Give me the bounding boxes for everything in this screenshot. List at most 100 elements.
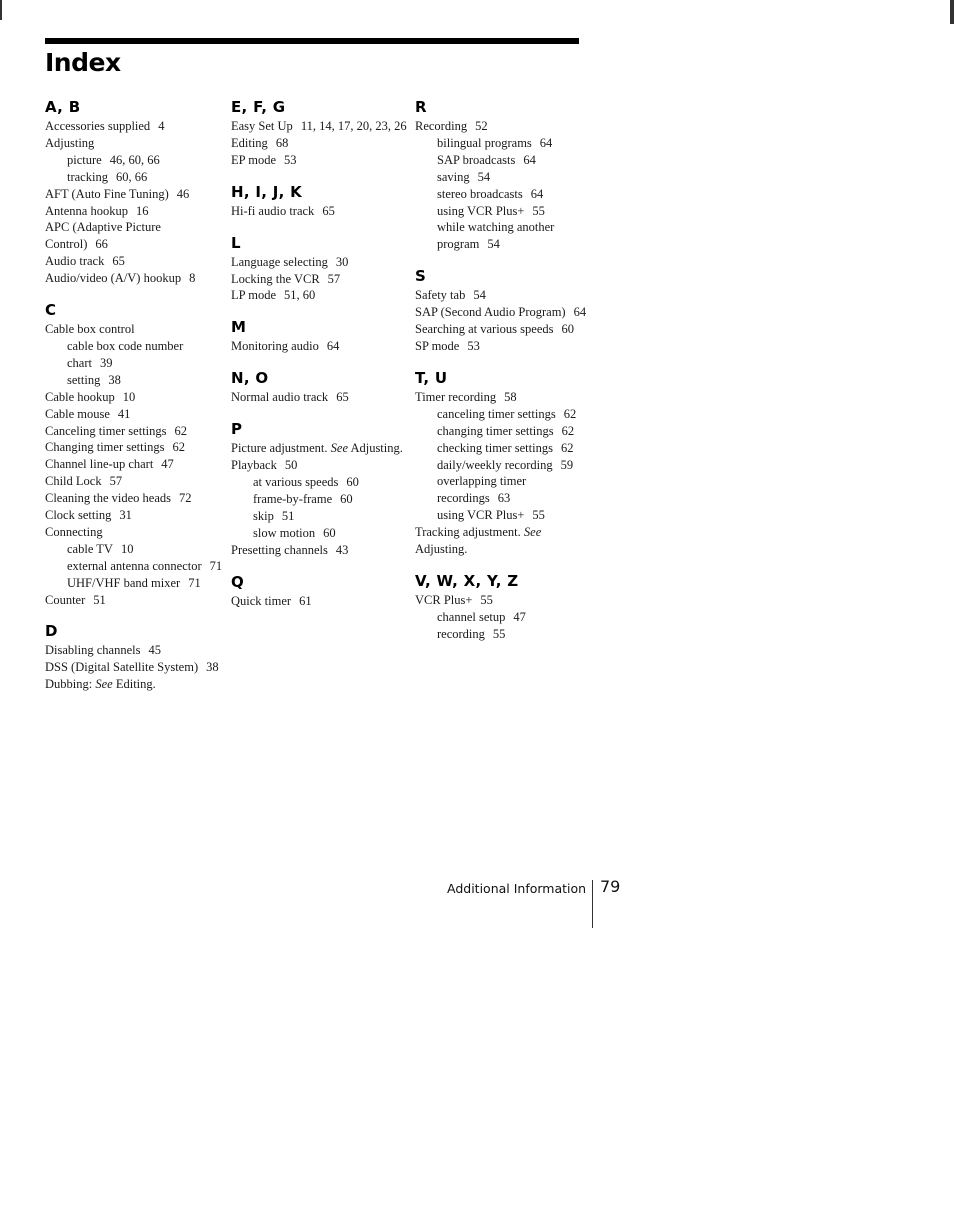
entry-term: VCR Plus+ (415, 592, 473, 607)
see-reference-label: See (95, 677, 113, 692)
entry-term: cable TV (67, 541, 113, 556)
entry-term: Playback (231, 458, 277, 473)
see-reference-target: Adjusting. (350, 441, 403, 456)
entry-page-numbers: 51, 60 (284, 288, 316, 303)
entry-page-numbers: 64 (530, 186, 544, 201)
entry-page-numbers: 55 (492, 626, 506, 641)
entry-page-numbers: 10 (120, 541, 134, 556)
page-title: Index (45, 48, 121, 77)
index-entry: Counter 51 (45, 592, 225, 609)
index-section: N, O Normal audio track 65 (231, 369, 411, 406)
entry-term: Cleaning the video heads (45, 491, 172, 506)
index-section: A, B Accessories supplied 4 Adjusting pictur… (45, 98, 225, 287)
index-entry: Presetting channels 43 (231, 542, 411, 559)
section-heading: H, I, J, K (231, 182, 303, 201)
entry-term: Language selecting (231, 254, 328, 269)
entry-term: Tracking adjustment. (415, 525, 521, 540)
index-section: E, F, G Easy Set Up 11, 14, 17, 20, 23, 26… (231, 98, 411, 169)
entry-term: checking timer settings (437, 440, 553, 455)
entry-page-numbers: 64 (539, 135, 553, 150)
entry-term: SAP broadcasts (437, 152, 516, 167)
entry-page-numbers: 51 (93, 592, 106, 607)
see-reference-label: See (330, 441, 348, 456)
index-entry: Canceling timer settings 62 (45, 423, 225, 440)
entry-page-numbers: 31 (119, 508, 132, 523)
entry-term: DSS (Digital Satellite System) (45, 660, 199, 675)
index-subentry: using VCR Plus+ 55 (415, 203, 595, 220)
entry-term: Audio track (45, 254, 105, 269)
title-rule (45, 38, 579, 44)
index-entry: Connecting (45, 524, 225, 541)
entry-page-numbers: 59 (560, 457, 574, 472)
index-entry: Audio/video (A/V) hookup 8 (45, 270, 225, 287)
index-entry: DSS (Digital Satellite System) 38 (45, 659, 225, 676)
index-subentry: while watching another program 54 (415, 219, 595, 253)
section-heading: L (231, 233, 241, 252)
index-entry: Changing timer settings 62 (45, 439, 225, 456)
entry-page-numbers: 60 (561, 322, 575, 337)
entry-page-numbers: 38 (108, 372, 121, 387)
index-entry: EP mode 53 (231, 152, 411, 169)
index-section: M Monitoring audio 64 (231, 318, 411, 355)
entry-term: canceling timer settings (437, 406, 556, 421)
footer-divider (592, 880, 593, 928)
entry-term: bilingual programs (437, 135, 532, 150)
entry-page-numbers: 8 (189, 271, 196, 286)
entry-term: Hi-fi audio track (231, 203, 315, 218)
index-subentry: using VCR Plus+ 55 (415, 507, 595, 524)
index-entry: Cable mouse 41 (45, 406, 225, 423)
index-column-3: R Recording 52 bilingual programs 64 SAP broa… (415, 98, 595, 657)
entry-page-numbers: 47 (513, 609, 526, 624)
entry-page-numbers: 60 (323, 525, 336, 540)
section-heading: V, W, X, Y, Z (415, 571, 519, 590)
entry-term: Accessories supplied (45, 119, 151, 133)
entry-term: changing timer settings (437, 423, 554, 438)
index-entry: Picture adjustment. See Adjusting. (231, 440, 411, 457)
index-entry: Child Lock 57 (45, 473, 225, 490)
entry-term: overlapping timer recordings (437, 474, 527, 506)
index-entry: Channel line-up chart 47 (45, 456, 225, 473)
entry-term: external antenna connector (67, 558, 202, 573)
entry-page-numbers: 64 (326, 339, 340, 354)
entry-page-numbers: 62 (560, 440, 574, 455)
entry-page-numbers: 4 (158, 119, 165, 133)
index-entry: APC (Adaptive Picture Control) 66 (45, 219, 225, 253)
entry-term: Searching at various speeds (415, 322, 554, 337)
entry-term: using VCR Plus+ (437, 508, 525, 523)
index-entry: Language selecting 30 (231, 254, 411, 271)
entry-page-numbers: 53 (284, 152, 297, 167)
entry-term: Antenna hookup (45, 203, 128, 218)
index-subentry: external antenna connector 71 (45, 558, 225, 575)
entry-term: saving (437, 169, 470, 184)
index-subentry: setting 38 (45, 372, 225, 389)
index-section: H, I, J, K Hi-fi audio track 65 (231, 183, 411, 220)
entry-term: Safety tab (415, 288, 466, 303)
section-heading: S (415, 267, 427, 286)
index-entry: Safety tab 54 (415, 287, 595, 304)
scan-edge-mark (950, 0, 954, 24)
entry-term: picture (67, 152, 102, 167)
entry-page-numbers: 53 (467, 338, 480, 353)
index-subentry: checking timer settings 62 (415, 440, 595, 457)
entry-term: Dubbing: (45, 677, 93, 692)
entry-term: Adjusting (45, 135, 95, 150)
entry-page-numbers: 62 (174, 423, 188, 438)
entry-term: skip (253, 508, 274, 523)
entry-term: setting (67, 372, 101, 387)
entry-page-numbers: 62 (563, 406, 577, 421)
entry-term: Easy Set Up (231, 119, 293, 133)
entry-page-numbers: 57 (109, 474, 123, 489)
entry-term: Monitoring audio (231, 339, 319, 354)
page-number: 79 (600, 877, 621, 896)
entry-term: EP mode (231, 152, 277, 167)
index-subentry: channel setup 47 (415, 609, 595, 626)
index-subentry: UHF/VHF band mixer 71 (45, 575, 225, 592)
index-subentry: saving 54 (415, 169, 595, 186)
entry-term: Canceling timer settings (45, 423, 167, 438)
entry-page-numbers: 54 (487, 237, 500, 252)
section-heading: N, O (231, 369, 269, 388)
index-entry: Playback 50 (231, 457, 411, 474)
entry-page-numbers: 57 (327, 271, 341, 286)
entry-page-numbers: 65 (112, 254, 125, 269)
entry-page-numbers: 64 (573, 305, 587, 320)
